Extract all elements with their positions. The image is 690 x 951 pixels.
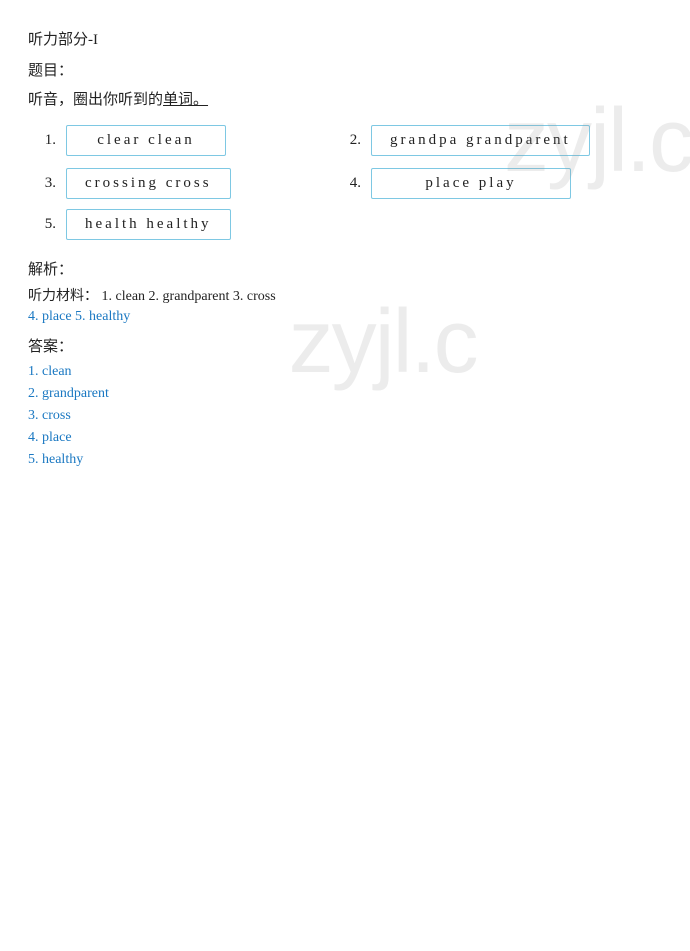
answer-val-2: grandparent bbox=[42, 386, 109, 401]
answers-list: 1. clean 2. grandparent 3. cross 4. plac… bbox=[28, 364, 662, 468]
item-num-1: 1. bbox=[28, 132, 56, 149]
word-row-5: 5. health healthy bbox=[28, 209, 662, 240]
tiji-label: 题目： bbox=[28, 59, 662, 80]
word-box-2: grandpa grandparent bbox=[371, 125, 590, 156]
page: zyjl.cr 听力部分-I 题目： 听音，圈出你听到的单词。 1. clear… bbox=[0, 0, 690, 494]
word-row-2: 2. grandpa grandparent bbox=[333, 125, 628, 156]
answer-num-3: 3. bbox=[28, 408, 39, 423]
answers-title: 答案： bbox=[28, 335, 662, 356]
item-num-3: 3. bbox=[28, 175, 56, 192]
answer-num-2: 2. bbox=[28, 386, 39, 401]
listening-material: 听力材料： 1. clean 2. grandparent 3. cross bbox=[28, 285, 662, 305]
answer-item-5: 5. healthy bbox=[28, 452, 662, 468]
answer-num-4: 4. bbox=[28, 430, 39, 445]
answer-val-5: healthy bbox=[42, 452, 83, 467]
word-box-1: clear clean bbox=[66, 125, 226, 156]
answer-val-4: place bbox=[42, 430, 72, 445]
word-box-5: health healthy bbox=[66, 209, 231, 240]
item-num-4: 4. bbox=[333, 175, 361, 192]
answer-item-4: 4. place bbox=[28, 430, 662, 446]
word-row-3: 3. crossing cross bbox=[28, 168, 323, 199]
answer-val-3: cross bbox=[42, 408, 71, 423]
listening-line2: 4. place 5. healthy bbox=[28, 309, 662, 325]
item-num-2: 2. bbox=[333, 132, 361, 149]
answer-item-2: 2. grandparent bbox=[28, 386, 662, 402]
answer-num-5: 5. bbox=[28, 452, 39, 467]
word-row-1: 1. clear clean bbox=[28, 125, 323, 156]
answer-item-1: 1. clean bbox=[28, 364, 662, 380]
word-box-3: crossing cross bbox=[66, 168, 231, 199]
word-grid: 1. clear clean 2. grandpa grandparent 3.… bbox=[28, 125, 628, 199]
word-row-4: 4. place play bbox=[333, 168, 628, 199]
item-num-5: 5. bbox=[28, 216, 56, 233]
analysis-block: 解析： 听力材料： 1. clean 2. grandparent 3. cro… bbox=[28, 258, 662, 468]
section-title: 听力部分-I bbox=[28, 28, 662, 49]
instruction-underline: 单词。 bbox=[163, 92, 208, 108]
instruction: 听音，圈出你听到的单词。 bbox=[28, 88, 662, 109]
answer-val-1: clean bbox=[42, 364, 72, 379]
answer-item-3: 3. cross bbox=[28, 408, 662, 424]
analysis-title: 解析： bbox=[28, 258, 662, 279]
answer-num-1: 1. bbox=[28, 364, 39, 379]
listening-content: 1. clean 2. grandparent 3. cross bbox=[102, 289, 276, 304]
listening-label: 听力材料： bbox=[28, 289, 98, 304]
word-box-4: place play bbox=[371, 168, 571, 199]
